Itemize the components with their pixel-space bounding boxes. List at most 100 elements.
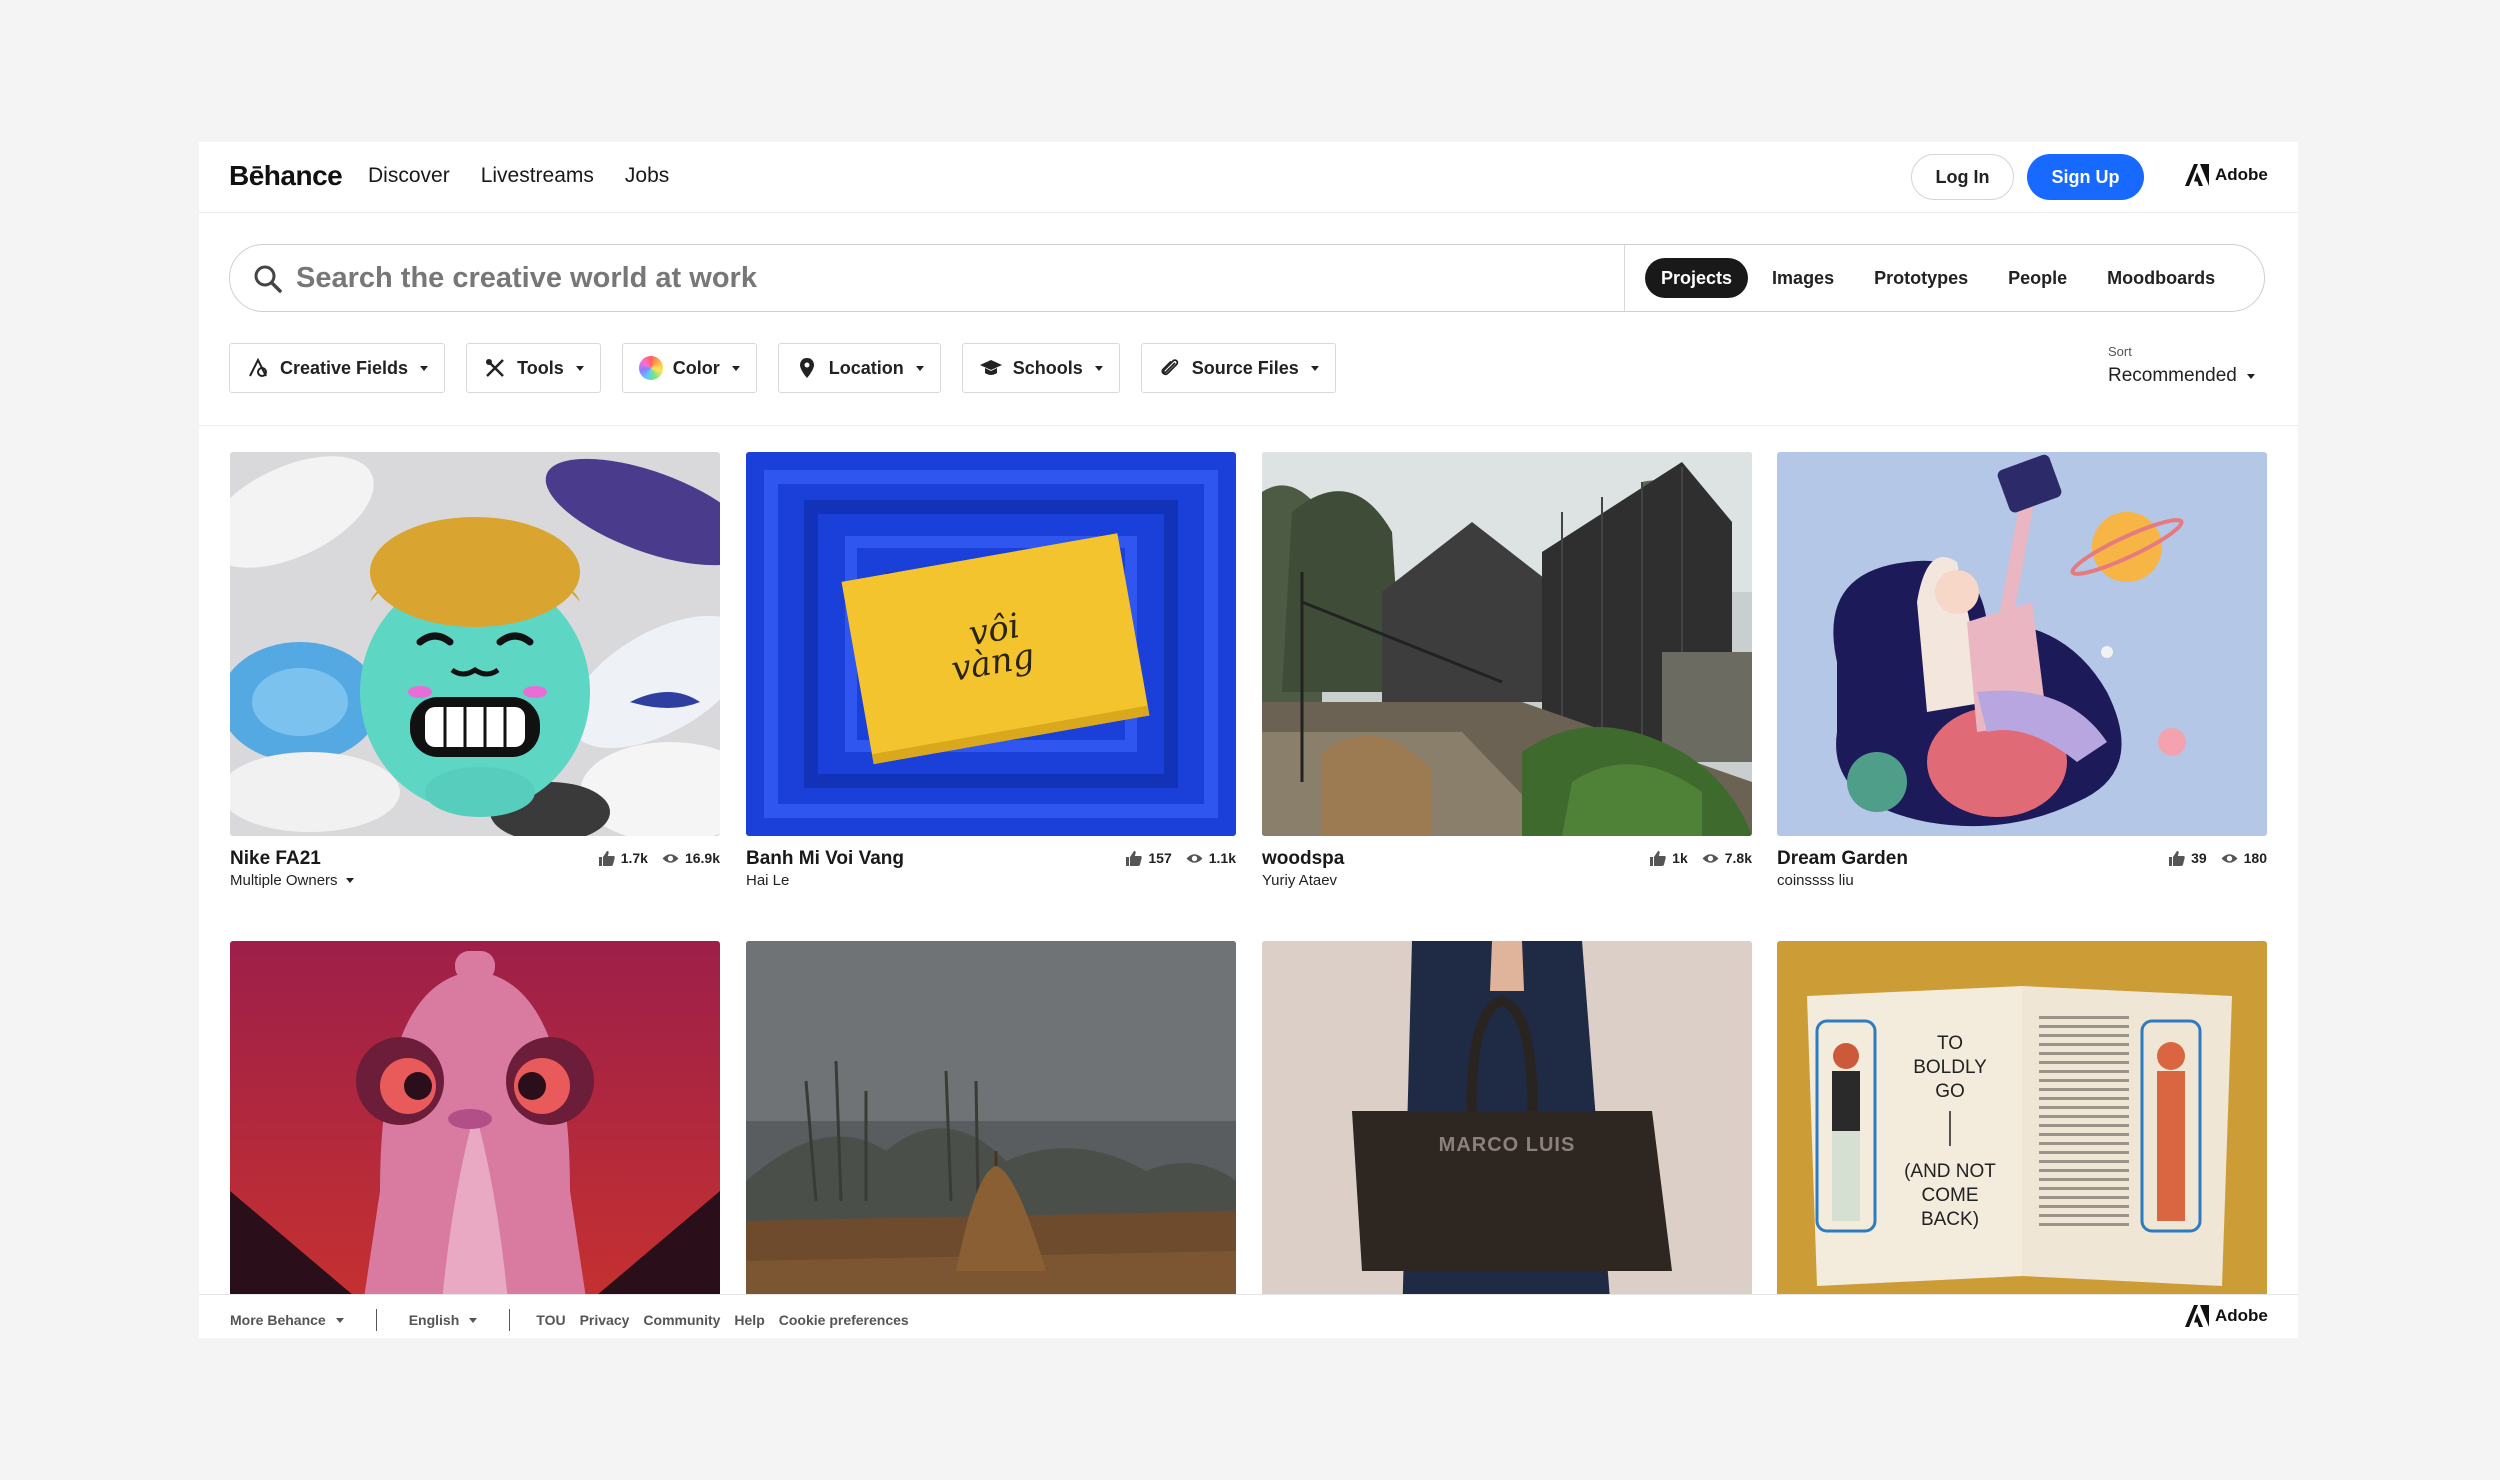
book-spread-photo: TO BOLDLY GO (AND NOT COME BACK) <box>1777 941 2267 1325</box>
search-input[interactable] <box>296 257 1596 299</box>
tab-projects[interactable]: Projects <box>1645 258 1749 298</box>
owner-name: Multiple Owners <box>230 872 338 889</box>
tab-moodboards[interactable]: Moodboards <box>2091 258 2231 298</box>
adobe-link[interactable]: Adobe <box>2185 164 2268 186</box>
project-card: Nike FA21 Multiple Owners 1.7k 16.9k <box>230 452 720 896</box>
project-meta: Nike FA21 Multiple Owners 1.7k 16.9k <box>230 836 720 896</box>
footer-links: More Behance English TOU Privacy Communi… <box>230 1309 909 1331</box>
filter-source-files[interactable]: Source Files <box>1140 343 1336 393</box>
more-behance-label: More Behance <box>230 1312 326 1328</box>
views-count: 1.1k <box>1208 850 1236 866</box>
search-divider <box>1624 245 1625 311</box>
thumbs-up-icon <box>2169 850 2185 866</box>
adobe-footer-link[interactable]: Adobe <box>2185 1305 2268 1327</box>
project-owner[interactable]: coinssss liu <box>1777 872 1854 889</box>
project-owner[interactable]: Yuriy Ataev <box>1262 872 1337 889</box>
project-thumbnail[interactable] <box>1777 452 2267 836</box>
project-title[interactable]: Dream Garden <box>1777 848 1908 870</box>
language-selector[interactable]: English <box>409 1312 478 1328</box>
nav-discover[interactable]: Discover <box>368 164 450 188</box>
likes-stat: 157 <box>1125 850 1172 866</box>
filter-creative-fields[interactable]: Creative Fields <box>229 343 446 393</box>
project-card <box>230 941 720 1325</box>
woodspa-photo <box>1262 452 1752 836</box>
search-icon <box>254 265 282 293</box>
thumbs-up-icon <box>598 850 615 866</box>
nav-jobs[interactable]: Jobs <box>625 164 669 188</box>
chevron-down-icon <box>1310 365 1319 371</box>
thumbs-up-icon <box>1126 850 1143 866</box>
footer-link-tou[interactable]: TOU <box>536 1312 565 1328</box>
tab-images[interactable]: Images <box>1756 258 1850 298</box>
book-text-line: COME <box>1922 1185 1979 1206</box>
tab-people[interactable]: People <box>1992 258 2083 298</box>
adobe-icon <box>2185 1305 2209 1327</box>
chevron-down-icon <box>915 365 924 371</box>
project-thumbnail[interactable]: vôi vàng <box>746 452 1236 836</box>
filter-label: Tools <box>517 357 564 378</box>
filter-label: Color <box>672 357 720 378</box>
color-wheel-icon <box>638 356 663 380</box>
sort-selected: Recommended <box>2108 365 2237 386</box>
project-stats: 39 180 <box>2168 850 2267 866</box>
sort-value[interactable]: Recommended <box>2108 365 2255 387</box>
owner-name: Hai Le <box>746 872 790 889</box>
banh-mi-illustration: vôi vàng <box>746 452 1236 836</box>
divider <box>199 425 2298 426</box>
main-nav: Discover Livestreams Jobs <box>368 164 669 188</box>
project-thumbnail[interactable] <box>230 452 720 836</box>
bag-logo-text: MARCO LUIS <box>1439 1134 1576 1156</box>
project-title[interactable]: Banh Mi Voi Vang <box>746 848 904 870</box>
likes-count: 1k <box>1672 850 1688 866</box>
paperclip-icon <box>1161 359 1178 376</box>
login-button[interactable]: Log In <box>1911 154 2014 200</box>
filter-tools[interactable]: Tools <box>466 343 601 393</box>
eye-icon <box>662 853 679 863</box>
top-navigation-bar: Bēhance Discover Livestreams Jobs Log In… <box>199 142 2298 213</box>
project-card: woodspa Yuriy Ataev 1k 7.8k <box>1262 452 1752 896</box>
chevron-down-icon <box>2246 373 2255 379</box>
views-stat: 180 <box>2221 850 2267 866</box>
search-type-tabs: Projects Images Prototypes People Moodbo… <box>1645 258 2231 298</box>
footer-link-cookie-preferences[interactable]: Cookie preferences <box>779 1312 909 1328</box>
project-thumbnail[interactable]: TO BOLDLY GO (AND NOT COME BACK) <box>1777 941 2267 1325</box>
filter-label: Source Files <box>1191 357 1299 378</box>
project-thumbnail[interactable]: MARCO LUIS <box>1262 941 1752 1325</box>
chevron-down-icon <box>575 365 584 371</box>
filter-location[interactable]: Location <box>777 343 941 393</box>
owner-name: Yuriy Ataev <box>1262 872 1338 889</box>
filter-color[interactable]: Color <box>621 343 757 393</box>
nav-livestreams[interactable]: Livestreams <box>481 164 594 188</box>
project-thumbnail[interactable] <box>1262 452 1752 836</box>
book-text-line: TO <box>1937 1033 1963 1054</box>
project-title[interactable]: Nike FA21 <box>230 848 321 870</box>
footer-separator <box>375 1309 377 1331</box>
creative-fields-icon <box>249 357 267 377</box>
eye-icon <box>2221 853 2238 863</box>
sort-dropdown[interactable]: Sort Recommended <box>2108 344 2255 387</box>
project-owner[interactable]: Multiple Owners <box>230 872 354 889</box>
more-behance-menu[interactable]: More Behance <box>230 1312 344 1328</box>
footer-link-help[interactable]: Help <box>734 1312 764 1328</box>
project-thumbnail[interactable] <box>746 941 1236 1325</box>
adobe-label: Adobe <box>2215 165 2268 184</box>
project-title[interactable]: woodspa <box>1262 848 1344 870</box>
chevron-down-icon <box>420 365 429 371</box>
tab-prototypes[interactable]: Prototypes <box>1858 258 1984 298</box>
project-stats: 157 1.1k <box>1125 850 1236 866</box>
language-label: English <box>408 1312 460 1328</box>
dream-garden-illustration <box>1777 452 2267 836</box>
book-text-line: (AND NOT <box>1904 1161 1996 1182</box>
footer-link-community[interactable]: Community <box>643 1312 720 1328</box>
footer-link-privacy[interactable]: Privacy <box>580 1312 630 1328</box>
book-text-line: BOLDLY <box>1913 1057 1987 1078</box>
behance-logo[interactable]: Bēhance <box>229 160 343 192</box>
filter-schools[interactable]: Schools <box>961 343 1120 393</box>
project-owner[interactable]: Hai Le <box>746 872 789 889</box>
signup-button[interactable]: Sign Up <box>2027 154 2144 200</box>
project-meta: Banh Mi Voi Vang Hai Le 157 1.1k <box>746 836 1236 896</box>
book-text-line: BACK) <box>1921 1209 1979 1230</box>
filter-label: Location <box>828 357 904 378</box>
likes-count: 39 <box>2191 850 2207 866</box>
project-thumbnail[interactable] <box>230 941 720 1325</box>
